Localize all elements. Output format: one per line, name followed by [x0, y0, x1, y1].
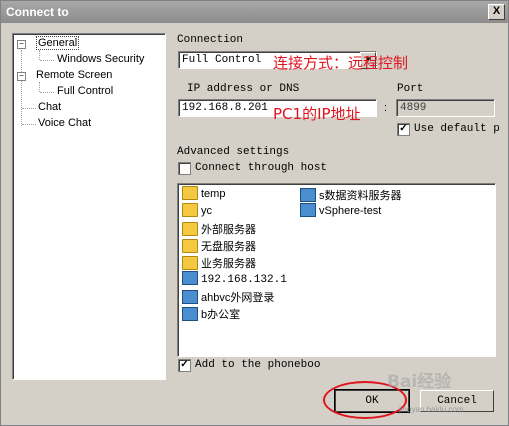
computer-icon [182, 307, 198, 322]
use-default-port-checkbox[interactable]: ✓ [397, 123, 410, 136]
connection-annotation: 连接方式：远程控制 [273, 54, 409, 72]
connect-through-host-label: Connect through host [195, 162, 328, 174]
list-item[interactable]: 业务服务器 [182, 255, 256, 271]
settings-tree[interactable]: − General Windows Security − Remote Scre… [12, 33, 166, 380]
list-item[interactable]: ahbvc外网登录 [182, 289, 274, 305]
list-item[interactable]: 无盘服务器 [182, 238, 256, 254]
tree-item-windows-security[interactable]: Windows Security [57, 53, 144, 65]
list-item[interactable]: temp [182, 186, 226, 203]
title-bar[interactable]: Connect to X [1, 1, 508, 23]
port-value: 4899 [400, 102, 427, 114]
folder-icon [182, 256, 198, 271]
add-to-phonebook-checkbox[interactable]: ✓ [178, 359, 191, 372]
tree-item-chat[interactable]: Chat [38, 101, 61, 113]
list-item[interactable]: 外部服务器 [182, 221, 256, 237]
port-separator: : [384, 102, 388, 114]
connection-mode-value: Full Control [182, 54, 262, 66]
tree-connector [39, 82, 40, 92]
phonebook-list[interactable]: temp yc 外部服务器 无盘服务器 业务服务器 192.168.132.1 … [177, 183, 496, 357]
collapse-icon[interactable]: − [17, 40, 26, 49]
list-item[interactable]: s数据资料服务器 [300, 187, 402, 203]
list-item-label: s数据资料服务器 [319, 190, 402, 202]
ip-annotation: PC1的IP地址 [273, 105, 361, 123]
list-item-label: 业务服务器 [201, 258, 256, 270]
list-item[interactable]: yc [182, 203, 212, 220]
computer-icon [300, 188, 316, 203]
list-item-label: ahbvc外网登录 [201, 292, 275, 304]
watermark: Bai经验 [387, 372, 452, 392]
tree-connector [21, 50, 22, 126]
ip-address-label: IP address or DNS [187, 83, 300, 95]
tree-item-label: Remote Screen [36, 69, 113, 81]
list-item-label: 192.168.132.1 [201, 273, 287, 286]
tree-item-label: Windows Security [57, 53, 145, 65]
add-to-phonebook-label: Add to the phoneboo [195, 359, 321, 371]
port-input[interactable]: 4899 [396, 99, 495, 117]
list-item[interactable]: 192.168.132.1 [182, 271, 287, 288]
tree-connector [40, 60, 54, 61]
tree-item-label: Full Control [57, 85, 114, 97]
connect-through-host-checkbox[interactable] [178, 162, 191, 175]
tree-item-voice-chat[interactable]: Voice Chat [38, 117, 91, 129]
tree-item-remote-screen[interactable]: Remote Screen [36, 69, 112, 81]
tree-connector [40, 92, 54, 93]
list-item-label: b办公室 [201, 309, 241, 321]
list-item-label: 外部服务器 [201, 224, 256, 236]
tree-connector [22, 108, 36, 109]
collapse-icon[interactable]: − [17, 72, 26, 81]
tree-item-label: General [36, 36, 80, 50]
tree-item-full-control[interactable]: Full Control [57, 85, 113, 97]
tree-item-label: Voice Chat [38, 117, 92, 129]
watermark-url: jingyan.baidu.com [399, 405, 464, 414]
port-label: Port [397, 83, 424, 95]
folder-icon [182, 186, 198, 200]
list-item-label: temp [201, 187, 226, 200]
computer-icon [300, 203, 316, 217]
window-title: Connect to [6, 5, 69, 19]
close-button[interactable]: X [488, 4, 505, 20]
tree-connector [22, 124, 36, 125]
list-item-label: vSphere-test [319, 204, 382, 217]
folder-icon [182, 203, 198, 217]
connection-heading: Connection [177, 34, 244, 46]
list-item-label: 无盘服务器 [201, 241, 256, 253]
list-item[interactable]: vSphere-test [300, 203, 382, 220]
folder-icon [182, 222, 198, 237]
list-item[interactable]: b办公室 [182, 306, 240, 322]
connect-dialog: Connect to X − General Windows Security … [0, 0, 509, 426]
list-item-label: yc [201, 204, 212, 217]
ip-address-value: 192.168.8.201 [182, 102, 268, 114]
use-default-port-label: Use default p [414, 123, 500, 135]
folder-icon [182, 239, 198, 254]
tree-item-general[interactable]: General [36, 36, 80, 50]
advanced-settings-heading: Advanced settings [177, 146, 290, 158]
computer-icon [182, 290, 198, 305]
tree-item-label: Chat [38, 101, 62, 113]
tree-connector [39, 50, 40, 60]
computer-icon [182, 271, 198, 285]
